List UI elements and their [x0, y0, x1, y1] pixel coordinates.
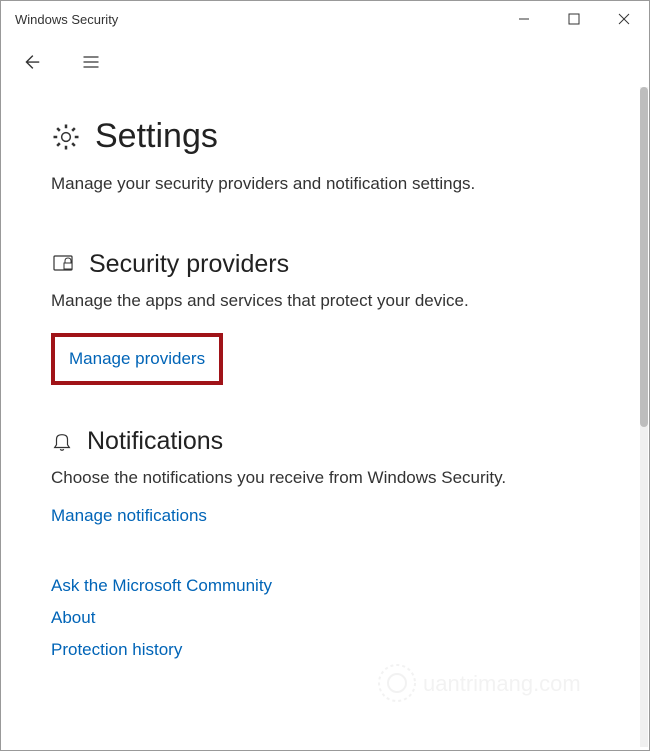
- history-link[interactable]: Protection history: [51, 640, 609, 660]
- page-subtitle: Manage your security providers and notif…: [51, 174, 609, 194]
- maximize-icon: [568, 13, 580, 25]
- scrollbar-thumb[interactable]: [640, 87, 648, 427]
- maximize-button[interactable]: [549, 1, 599, 37]
- section-desc: Manage the apps and services that protec…: [51, 291, 609, 311]
- section-security-providers: Security providers Manage the apps and s…: [51, 250, 609, 385]
- minimize-icon: [518, 13, 530, 25]
- section-header: Security providers: [51, 250, 609, 279]
- bell-icon: [51, 431, 73, 453]
- about-link[interactable]: About: [51, 608, 609, 628]
- title-bar: Windows Security: [1, 1, 649, 37]
- page-header: Settings: [51, 117, 609, 156]
- nav-bar: [1, 37, 649, 87]
- minimize-button[interactable]: [499, 1, 549, 37]
- section-notifications: Notifications Choose the notifications y…: [51, 427, 609, 526]
- section-title: Notifications: [87, 427, 223, 456]
- hamburger-button[interactable]: [71, 42, 111, 82]
- shield-icon: [51, 253, 75, 277]
- close-icon: [618, 13, 630, 25]
- page-title: Settings: [95, 117, 218, 156]
- footer-links: Ask the Microsoft Community About Protec…: [51, 576, 609, 660]
- back-button[interactable]: [11, 42, 51, 82]
- window-title: Windows Security: [15, 12, 499, 27]
- section-desc: Choose the notifications you receive fro…: [51, 468, 609, 488]
- manage-notifications-link[interactable]: Manage notifications: [51, 506, 207, 526]
- section-header: Notifications: [51, 427, 609, 456]
- manage-providers-link[interactable]: Manage providers: [51, 333, 223, 385]
- back-icon: [20, 51, 42, 73]
- hamburger-icon: [81, 52, 101, 72]
- content: Settings Manage your security providers …: [1, 87, 649, 700]
- section-title: Security providers: [89, 250, 289, 279]
- gear-icon: [51, 122, 81, 152]
- window-controls: [499, 1, 649, 37]
- close-button[interactable]: [599, 1, 649, 37]
- community-link[interactable]: Ask the Microsoft Community: [51, 576, 609, 596]
